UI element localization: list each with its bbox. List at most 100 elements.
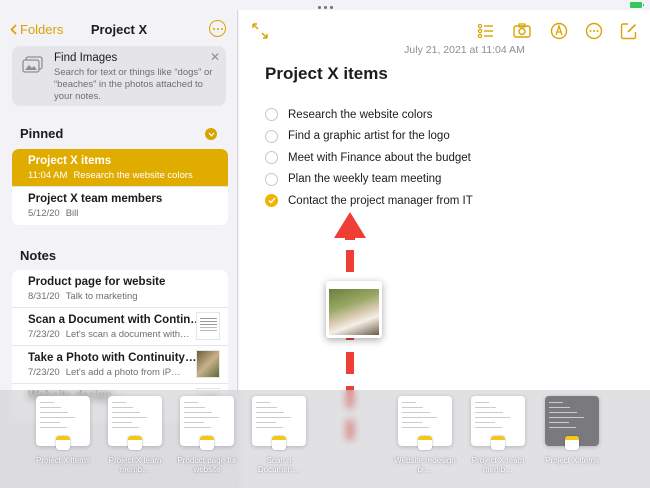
window-text-line [402,402,416,403]
checklist-item[interactable]: Contact the project manager from IT [265,190,473,212]
window-text-line [112,402,126,403]
checklist-item-text: Find a graphic artist for the logo [288,130,450,143]
shelf-window-label: Project X items [36,456,90,465]
note-date: 8/31/20 [28,291,60,302]
checklist-item-text: Contact the project manager from IT [288,194,473,207]
more-icon[interactable] [585,22,603,40]
camera-icon[interactable] [513,22,531,40]
window-text-line [475,417,510,418]
unchecked-circle-icon[interactable] [265,108,278,122]
note-row[interactable]: Take a Photo with Continuity… 7/23/20 Let'… [12,346,228,384]
window-text-line [256,402,270,403]
note-meta: 5/12/20 Bill [28,208,84,219]
window-text-line [256,422,276,423]
note-meta: 7/23/20 Let's scan a document with… [28,329,196,340]
notes-app-icon [491,436,505,450]
note-date: 11:04 AM [28,170,68,181]
preview-photo [329,289,379,335]
window-text-line [549,407,570,408]
note-date: July 21, 2021 at 11:04 AM [404,44,525,56]
unchecked-circle-icon[interactable] [265,151,278,165]
shelf-window-label: Project X team memb… [471,456,525,474]
find-images-title: Find Images [54,52,118,64]
note-thumbnail [196,350,220,378]
compose-icon[interactable] [620,22,638,40]
checklist-item-text: Research the website colors [288,108,433,121]
window-text-line [475,402,489,403]
note-title: Project X items [28,155,112,167]
note-preview: Let's scan a document with… [65,329,190,340]
checklist-item[interactable]: Research the website colors [265,104,473,126]
note-meta: 8/31/20 Talk to marketing [28,291,144,302]
note-meta: 11:04 AM Research the website colors [28,170,199,181]
shelf-window-label: Scan a Documen… [257,456,301,474]
checklist-item-text: Plan the weekly team meeting [288,173,442,186]
checklist-item[interactable]: Meet with Finance about the budget [265,147,473,169]
note-meta: 7/23/20 Let's add a photo from iP… [28,367,187,378]
notes-header: Notes [20,248,57,263]
window-text-line [40,412,68,413]
note-title[interactable]: Project X items [265,64,388,84]
note-title: Take a Photo with Continuity… [28,352,197,364]
sidebar-title: Project X [90,22,148,37]
window-text-line [184,427,211,428]
window-text-line [112,417,147,418]
note-row[interactable]: Project X team members 5/12/20 Bill [12,187,228,225]
window-text-line [549,417,584,418]
note-preview: Let's add a photo from iP… [65,367,181,378]
window-text-line [475,427,502,428]
window-text-line [40,402,54,403]
notes-app-icon [418,436,432,450]
window-text-line [402,407,423,408]
expand-icon[interactable] [251,22,269,40]
window-text-line [475,412,503,413]
find-images-description: Search for text or things like “dogs” or… [54,67,213,102]
sidebar-more-button[interactable] [209,20,226,37]
shelf-window-label: Website redesign pr… [394,456,456,474]
unchecked-circle-icon[interactable] [265,129,278,143]
note-row[interactable]: Product page for website 8/31/20 Talk to m… [12,270,228,308]
window-text-line [402,412,430,413]
note-title: Project X team members [28,193,163,205]
multitasking-handle[interactable] [318,6,333,9]
dragged-note-preview[interactable] [326,281,382,338]
note-preview: Research the website colors [73,170,193,181]
shelf-window-label: Product page for website [177,456,237,474]
preview-title-line [326,281,382,289]
window-text-line [402,417,437,418]
note-date: 7/23/20 [28,329,60,340]
find-images-card[interactable]: Find Images Search for text or things li… [12,46,226,106]
checklist-icon[interactable] [477,22,495,40]
notes-app-icon [272,436,286,450]
window-text-line [549,427,576,428]
battery-icon [630,2,644,8]
shelf-window-label: Project X team memb… [108,456,162,474]
sidebar-header: Folders Project X [0,20,238,42]
window-text-line [184,412,212,413]
checked-circle-icon[interactable] [265,194,278,208]
checklist-item[interactable]: Find a graphic artist for the logo [265,126,473,148]
window-text-line [40,417,75,418]
window-text-line [112,407,133,408]
pinned-header: Pinned [20,126,64,141]
chevron-down-icon[interactable] [205,128,217,140]
checklist-item-text: Meet with Finance about the budget [288,151,471,164]
window-text-line [112,427,139,428]
window-text-line [549,422,569,423]
pinned-list: Project X items 11:04 AM Research the webs… [12,149,228,225]
note-row[interactable]: Project X items 11:04 AM Research the webs… [12,149,228,187]
window-text-line [256,427,283,428]
note-thumbnail [196,312,220,340]
close-icon[interactable]: ✕ [210,50,220,64]
unchecked-circle-icon[interactable] [265,172,278,186]
markup-icon[interactable] [550,22,568,40]
checklist-item[interactable]: Plan the weekly team meeting [265,169,473,191]
window-text-line [184,402,198,403]
shelf-window-label: Project X items [545,456,599,465]
note-row[interactable]: Scan a Document with Contin… 7/23/20 Let's… [12,308,228,346]
window-text-line [40,422,60,423]
note-date: 7/23/20 [28,367,60,378]
window-text-line [40,427,67,428]
window-text-line [184,417,219,418]
window-text-line [184,407,205,408]
